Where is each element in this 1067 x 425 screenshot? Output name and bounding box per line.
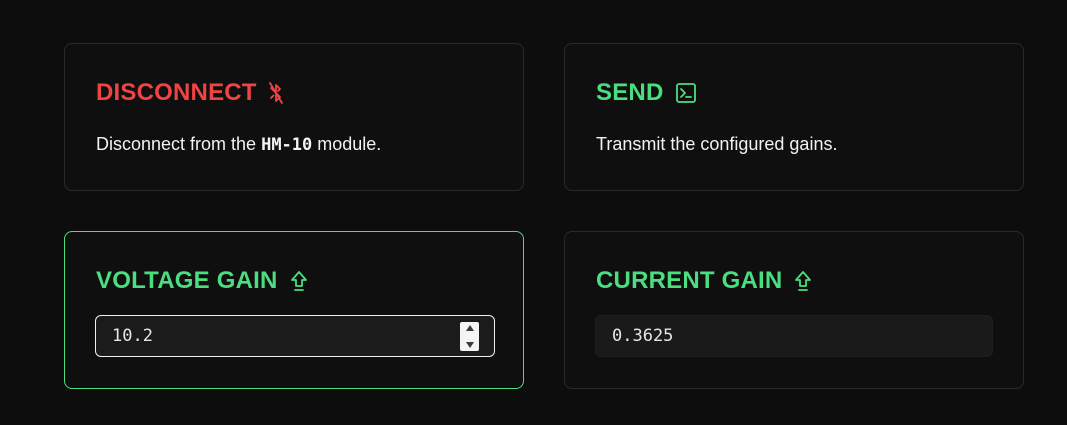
decrement-icon[interactable] bbox=[465, 342, 474, 348]
disconnect-desc-suffix: module. bbox=[312, 134, 382, 154]
send-description: Transmit the configured gains. bbox=[596, 134, 838, 154]
voltage-gain-title: VOLTAGE GAIN bbox=[96, 266, 308, 296]
current-gain-value: 0.3625 bbox=[612, 326, 674, 346]
voltage-gain-value: 10.2 bbox=[112, 326, 153, 346]
voltage-gain-input[interactable]: 10.2 bbox=[95, 315, 495, 357]
disconnect-card[interactable]: DISCONNECT Disconnect from the HM-10 mod… bbox=[64, 43, 524, 191]
send-card[interactable]: SEND Transmit the configured gains. bbox=[564, 43, 1024, 191]
current-gain-card: CURRENT GAIN 0.3625 bbox=[564, 231, 1024, 389]
bluetooth-off-icon bbox=[268, 82, 283, 104]
module-code: HM-10 bbox=[261, 135, 313, 155]
disconnect-label: DISCONNECT bbox=[96, 79, 257, 106]
current-gain-label: CURRENT GAIN bbox=[596, 267, 783, 294]
terminal-icon bbox=[675, 82, 697, 104]
number-spinner[interactable] bbox=[460, 322, 479, 351]
disconnect-desc-prefix: Disconnect from the bbox=[96, 134, 262, 154]
voltage-gain-label: VOLTAGE GAIN bbox=[96, 267, 278, 294]
disconnect-title: DISCONNECT bbox=[96, 78, 283, 108]
current-gain-input[interactable]: 0.3625 bbox=[595, 315, 993, 357]
current-gain-title: CURRENT GAIN bbox=[596, 266, 812, 296]
arrow-up-outline-icon bbox=[290, 270, 308, 292]
send-title: SEND bbox=[596, 78, 697, 108]
arrow-up-outline-icon bbox=[794, 270, 812, 292]
send-label: SEND bbox=[596, 79, 664, 106]
disconnect-description: Disconnect from the HM-10 module. bbox=[96, 132, 381, 157]
increment-icon[interactable] bbox=[465, 325, 474, 331]
voltage-gain-card: VOLTAGE GAIN 10.2 bbox=[64, 231, 524, 389]
